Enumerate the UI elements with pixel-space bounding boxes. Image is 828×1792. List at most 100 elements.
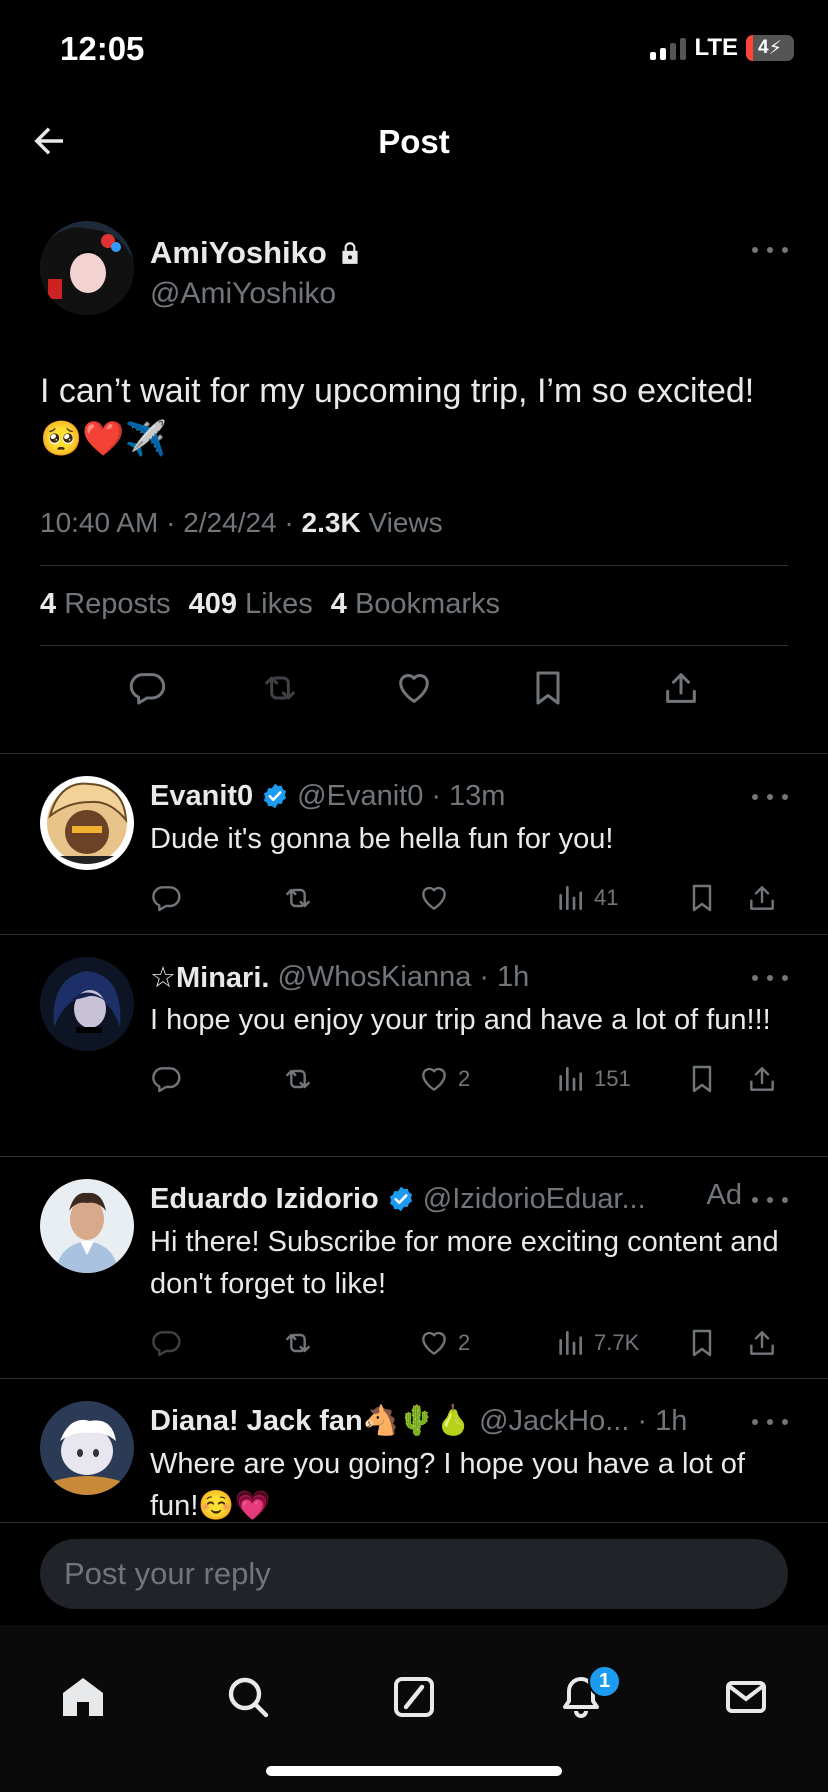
reply-more-button[interactable]	[752, 792, 788, 802]
post-time: 10:40 AM	[40, 507, 159, 538]
author-avatar[interactable]	[40, 221, 134, 315]
share-button[interactable]	[746, 1063, 778, 1095]
reply-button[interactable]	[150, 882, 182, 914]
repost-icon	[286, 1069, 310, 1089]
reply-author-name[interactable]: Evanit0	[150, 780, 253, 813]
reply-avatar[interactable]	[40, 1179, 134, 1273]
reply-views: 151	[594, 1066, 631, 1091]
share-button[interactable]	[746, 1327, 778, 1359]
tab-grok[interactable]	[390, 1673, 438, 1721]
reply-avatar[interactable]	[40, 957, 134, 1051]
like-icon[interactable]	[394, 668, 434, 708]
reply-composer	[0, 1522, 828, 1624]
bookmark-icon	[692, 1329, 712, 1357]
home-indicator	[266, 1766, 562, 1776]
reply-handle[interactable]: @WhosKianna	[277, 961, 471, 994]
notifications-badge: 1	[588, 1665, 621, 1698]
reply-more-button[interactable]	[752, 1417, 788, 1427]
like-button[interactable]: 2	[418, 1063, 470, 1095]
tab-messages[interactable]	[722, 1673, 770, 1721]
reply-text: Where are you going? I hope you have a l…	[150, 1448, 745, 1521]
reply-icon	[152, 886, 181, 912]
post-date: 2/24/24	[183, 507, 277, 538]
lock-icon	[342, 242, 358, 264]
reply-icon[interactable]	[127, 668, 167, 708]
views-button[interactable]: 7.7K	[554, 1327, 639, 1359]
reply-author-name[interactable]: Eduardo Izidorio	[150, 1183, 379, 1216]
author-handle[interactable]: @AmiYoshiko	[150, 277, 363, 311]
tab-search[interactable]	[224, 1673, 272, 1721]
share-button[interactable]	[746, 882, 778, 914]
reply-views: 7.7K	[594, 1330, 640, 1355]
reply-icon	[152, 1331, 181, 1357]
reply-time: 1h	[497, 960, 530, 993]
reply-item[interactable]: ☆Minari. @WhosKianna · 1h I hope you enj…	[0, 934, 828, 1156]
bookmark-button[interactable]	[686, 882, 718, 914]
reply-author-name[interactable]: ☆Minari.	[150, 960, 269, 995]
repost-icon[interactable]	[260, 668, 300, 708]
main-post: AmiYoshiko @AmiYoshiko I can’t wait for …	[40, 185, 788, 736]
grok-icon	[394, 1677, 434, 1717]
post-author: AmiYoshiko @AmiYoshiko	[40, 221, 788, 315]
reply-handle[interactable]: @IzidorioEduar...	[423, 1183, 646, 1216]
post-actions	[40, 646, 788, 736]
author-name-text: AmiYoshiko	[150, 235, 327, 270]
bookmark-icon[interactable]	[528, 668, 568, 708]
reply-avatar[interactable]	[40, 776, 134, 870]
share-icon[interactable]	[661, 668, 701, 708]
reply-item[interactable]: Diana! Jack fan🐴🌵🍐 @JackHo... · 1h Where…	[0, 1378, 828, 1521]
post-more-button[interactable]	[752, 245, 788, 255]
reply-author-name[interactable]: Diana! Jack fan🐴🌵🍐	[150, 1404, 471, 1438]
bookmarks-stat[interactable]: 4 Bookmarks	[331, 588, 500, 621]
reply-more-button[interactable]	[752, 973, 788, 983]
status-bar: 12:05 LTE 4 ⚡	[0, 0, 828, 100]
page-title: Post	[378, 123, 450, 160]
views-count: 2.3K	[301, 507, 361, 538]
views-button[interactable]: 151	[554, 1063, 631, 1095]
bookmark-button[interactable]	[686, 1063, 718, 1095]
repost-button[interactable]	[282, 882, 314, 914]
reply-icon	[152, 1067, 181, 1093]
reply-button[interactable]	[150, 1327, 182, 1359]
repost-button[interactable]	[282, 1063, 314, 1095]
bookmark-icon	[692, 884, 712, 912]
reply-item[interactable]: Evanit0 @Evanit0 · 13m Dude it's gonna b…	[0, 753, 828, 934]
bookmark-button[interactable]	[686, 1327, 718, 1359]
battery-icon: 4 ⚡	[746, 35, 794, 61]
mail-icon	[726, 1681, 766, 1713]
ad-label: Ad	[706, 1179, 742, 1211]
author-display-name[interactable]: AmiYoshiko	[150, 235, 363, 271]
reply-more-button[interactable]	[752, 1195, 788, 1205]
replies-list: Evanit0 @Evanit0 · 13m Dude it's gonna b…	[0, 753, 828, 1521]
reply-handle[interactable]: @Evanit0	[297, 780, 423, 813]
analytics-icon	[559, 1331, 582, 1355]
analytics-icon	[559, 1067, 582, 1091]
views-button[interactable]: 41	[554, 882, 618, 914]
like-button[interactable]	[418, 882, 458, 914]
post-text: I can’t wait for my upcoming trip, I’m s…	[40, 372, 755, 458]
network-type: LTE	[694, 34, 738, 61]
reply-time: 1h	[655, 1404, 688, 1437]
reply-likes: 2	[458, 1066, 471, 1091]
status-time: 12:05	[60, 30, 145, 67]
reposts-stat[interactable]: 4 Reposts	[40, 588, 171, 621]
home-icon	[63, 1678, 103, 1716]
reply-actions: 2 7.7K	[150, 1315, 788, 1371]
reply-button[interactable]	[150, 1063, 182, 1095]
like-button[interactable]: 2	[418, 1327, 470, 1359]
repost-icon	[286, 1333, 310, 1353]
reply-input[interactable]	[40, 1539, 788, 1609]
likes-stat[interactable]: 409 Likes	[189, 588, 313, 621]
like-icon	[422, 1067, 446, 1091]
tab-home[interactable]	[59, 1673, 107, 1721]
verified-badge-icon	[389, 1186, 412, 1212]
reply-avatar[interactable]	[40, 1401, 134, 1495]
views-label: Views	[368, 507, 443, 538]
reply-text: I hope you enjoy your trip and have a lo…	[150, 1004, 771, 1036]
repost-button[interactable]	[282, 1327, 314, 1359]
signal-strength-icon	[650, 36, 687, 60]
repost-icon	[286, 888, 310, 908]
promoted-reply-item[interactable]: Eduardo Izidorio @IzidorioEduar... Hi th…	[0, 1156, 828, 1378]
back-button[interactable]	[28, 120, 70, 162]
reply-handle[interactable]: @JackHo...	[479, 1405, 629, 1438]
